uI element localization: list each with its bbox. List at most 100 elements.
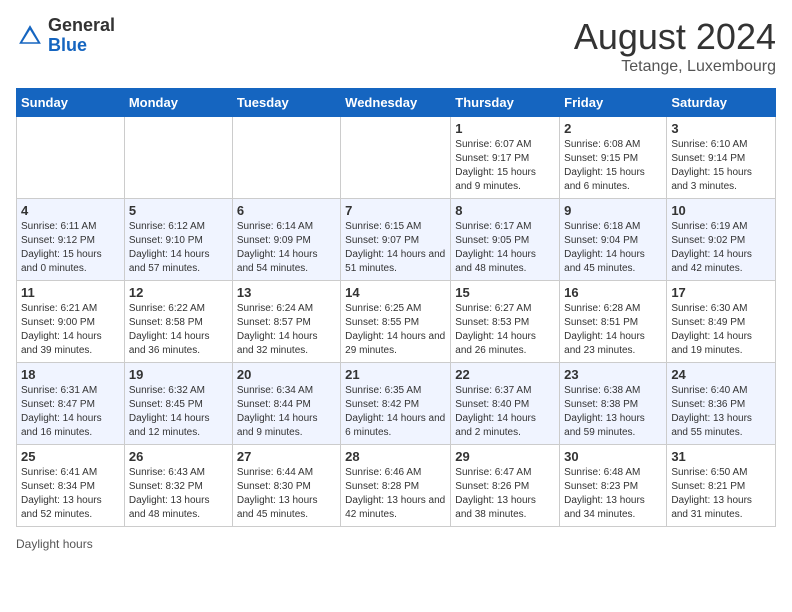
day-info: Sunrise: 6:50 AM Sunset: 8:21 PM Dayligh… xyxy=(671,466,771,522)
calendar-week-4: 18 Sunrise: 6:31 AM Sunset: 8:47 PM Dayli… xyxy=(17,363,776,445)
day-header-wednesday: Wednesday xyxy=(341,89,451,117)
day-number: 21 xyxy=(345,367,446,382)
day-info: Sunrise: 6:25 AM Sunset: 8:55 PM Dayligh… xyxy=(345,302,446,358)
calendar-cell xyxy=(17,117,125,199)
day-number: 25 xyxy=(21,449,120,464)
calendar-week-2: 4 Sunrise: 6:11 AM Sunset: 9:12 PM Daylig… xyxy=(17,199,776,281)
day-number: 31 xyxy=(671,449,771,464)
day-info: Sunrise: 6:17 AM Sunset: 9:05 PM Dayligh… xyxy=(455,220,555,276)
calendar-cell: 23Sunrise: 6:38 AM Sunset: 8:38 PM Dayli… xyxy=(560,363,667,445)
calendar-cell: 31 Sunrise: 6:50 AM Sunset: 8:21 PM Dayli… xyxy=(667,445,776,527)
calendar-cell xyxy=(232,117,340,199)
day-number: 27 xyxy=(237,449,336,464)
logo-icon xyxy=(16,22,44,50)
day-info: Sunrise: 6:28 AM Sunset: 8:51 PM Dayligh… xyxy=(564,302,662,358)
calendar-cell: 5 Sunrise: 6:12 AM Sunset: 9:10 PM Daylig… xyxy=(124,199,232,281)
title-block: August 2024 Tetange, Luxembourg xyxy=(574,16,776,76)
day-info: Sunrise: 6:11 AM Sunset: 9:12 PM Dayligh… xyxy=(21,220,120,276)
calendar-cell: 19 Sunrise: 6:32 AM Sunset: 8:45 PM Dayli… xyxy=(124,363,232,445)
day-number: 4 xyxy=(21,203,120,218)
day-number: 29 xyxy=(455,449,555,464)
day-info: Sunrise: 6:38 AM Sunset: 8:38 PM Dayligh… xyxy=(564,384,662,440)
day-info: Sunrise: 6:44 AM Sunset: 8:30 PM Dayligh… xyxy=(237,466,336,522)
calendar-cell: 20 Sunrise: 6:34 AM Sunset: 8:44 PM Dayli… xyxy=(232,363,340,445)
calendar-cell: 21Sunrise: 6:35 AM Sunset: 8:42 PM Dayli… xyxy=(341,363,451,445)
footer: Daylight hours xyxy=(16,537,776,551)
day-info: Sunrise: 6:37 AM Sunset: 8:40 PM Dayligh… xyxy=(455,384,555,440)
day-header-sunday: Sunday xyxy=(17,89,125,117)
day-number: 15 xyxy=(455,285,555,300)
calendar-cell: 2 Sunrise: 6:08 AM Sunset: 9:15 PM Daylig… xyxy=(560,117,667,199)
calendar-cell xyxy=(341,117,451,199)
day-header-friday: Friday xyxy=(560,89,667,117)
day-number: 1 xyxy=(455,121,555,136)
calendar-cell: 26Sunrise: 6:43 AM Sunset: 8:32 PM Dayli… xyxy=(124,445,232,527)
day-header-thursday: Thursday xyxy=(451,89,560,117)
day-number: 18 xyxy=(21,367,120,382)
calendar-cell: 28Sunrise: 6:46 AM Sunset: 8:28 PM Dayli… xyxy=(341,445,451,527)
calendar-cell: 29 Sunrise: 6:47 AM Sunset: 8:26 PM Dayli… xyxy=(451,445,560,527)
day-info: Sunrise: 6:10 AM Sunset: 9:14 PM Dayligh… xyxy=(671,138,771,194)
calendar-cell: 10 Sunrise: 6:19 AM Sunset: 9:02 PM Dayli… xyxy=(667,199,776,281)
calendar-cell xyxy=(124,117,232,199)
day-number: 9 xyxy=(564,203,662,218)
day-number: 8 xyxy=(455,203,555,218)
day-header-saturday: Saturday xyxy=(667,89,776,117)
day-header-monday: Monday xyxy=(124,89,232,117)
day-info: Sunrise: 6:48 AM Sunset: 8:23 PM Dayligh… xyxy=(564,466,662,522)
calendar-cell: 17 Sunrise: 6:30 AM Sunset: 8:49 PM Dayli… xyxy=(667,281,776,363)
day-number: 17 xyxy=(671,285,771,300)
calendar-cell: 13Sunrise: 6:24 AM Sunset: 8:57 PM Dayli… xyxy=(232,281,340,363)
calendar-cell: 7Sunrise: 6:15 AM Sunset: 9:07 PM Daylig… xyxy=(341,199,451,281)
day-number: 2 xyxy=(564,121,662,136)
day-number: 20 xyxy=(237,367,336,382)
day-info: Sunrise: 6:40 AM Sunset: 8:36 PM Dayligh… xyxy=(671,384,771,440)
calendar-cell: 30Sunrise: 6:48 AM Sunset: 8:23 PM Dayli… xyxy=(560,445,667,527)
day-info: Sunrise: 6:34 AM Sunset: 8:44 PM Dayligh… xyxy=(237,384,336,440)
day-info: Sunrise: 6:46 AM Sunset: 8:28 PM Dayligh… xyxy=(345,466,446,522)
day-number: 13 xyxy=(237,285,336,300)
day-number: 14 xyxy=(345,285,446,300)
day-info: Sunrise: 6:15 AM Sunset: 9:07 PM Dayligh… xyxy=(345,220,446,276)
day-info: Sunrise: 6:07 AM Sunset: 9:17 PM Dayligh… xyxy=(455,138,555,194)
calendar-cell: 4 Sunrise: 6:11 AM Sunset: 9:12 PM Daylig… xyxy=(17,199,125,281)
day-info: Sunrise: 6:32 AM Sunset: 8:45 PM Dayligh… xyxy=(129,384,228,440)
logo: General Blue xyxy=(16,16,115,56)
day-info: Sunrise: 6:27 AM Sunset: 8:53 PM Dayligh… xyxy=(455,302,555,358)
calendar-cell: 11 Sunrise: 6:21 AM Sunset: 9:00 PM Dayli… xyxy=(17,281,125,363)
calendar-cell: 1 Sunrise: 6:07 AM Sunset: 9:17 PM Daylig… xyxy=(451,117,560,199)
day-number: 16 xyxy=(564,285,662,300)
calendar-cell: 16 Sunrise: 6:28 AM Sunset: 8:51 PM Dayli… xyxy=(560,281,667,363)
calendar-table: SundayMondayTuesdayWednesdayThursdayFrid… xyxy=(16,88,776,527)
calendar-cell: 9 Sunrise: 6:18 AM Sunset: 9:04 PM Daylig… xyxy=(560,199,667,281)
day-header-tuesday: Tuesday xyxy=(232,89,340,117)
day-info: Sunrise: 6:14 AM Sunset: 9:09 PM Dayligh… xyxy=(237,220,336,276)
day-info: Sunrise: 6:18 AM Sunset: 9:04 PM Dayligh… xyxy=(564,220,662,276)
day-number: 22 xyxy=(455,367,555,382)
calendar-cell: 12Sunrise: 6:22 AM Sunset: 8:58 PM Dayli… xyxy=(124,281,232,363)
day-info: Sunrise: 6:22 AM Sunset: 8:58 PM Dayligh… xyxy=(129,302,228,358)
location: Tetange, Luxembourg xyxy=(574,58,776,76)
day-number: 11 xyxy=(21,285,120,300)
day-info: Sunrise: 6:47 AM Sunset: 8:26 PM Dayligh… xyxy=(455,466,555,522)
day-info: Sunrise: 6:30 AM Sunset: 8:49 PM Dayligh… xyxy=(671,302,771,358)
day-number: 24 xyxy=(671,367,771,382)
calendar-header-row: SundayMondayTuesdayWednesdayThursdayFrid… xyxy=(17,89,776,117)
month-title: August 2024 xyxy=(574,16,776,58)
calendar-cell: 18 Sunrise: 6:31 AM Sunset: 8:47 PM Dayli… xyxy=(17,363,125,445)
day-info: Sunrise: 6:12 AM Sunset: 9:10 PM Dayligh… xyxy=(129,220,228,276)
day-info: Sunrise: 6:19 AM Sunset: 9:02 PM Dayligh… xyxy=(671,220,771,276)
day-number: 3 xyxy=(671,121,771,136)
day-info: Sunrise: 6:21 AM Sunset: 9:00 PM Dayligh… xyxy=(21,302,120,358)
day-number: 19 xyxy=(129,367,228,382)
day-number: 10 xyxy=(671,203,771,218)
calendar-cell: 8 Sunrise: 6:17 AM Sunset: 9:05 PM Daylig… xyxy=(451,199,560,281)
calendar-body: 1 Sunrise: 6:07 AM Sunset: 9:17 PM Daylig… xyxy=(17,117,776,527)
day-info: Sunrise: 6:31 AM Sunset: 8:47 PM Dayligh… xyxy=(21,384,120,440)
calendar-week-1: 1 Sunrise: 6:07 AM Sunset: 9:17 PM Daylig… xyxy=(17,117,776,199)
day-number: 5 xyxy=(129,203,228,218)
calendar-cell: 27 Sunrise: 6:44 AM Sunset: 8:30 PM Dayli… xyxy=(232,445,340,527)
page-header: General Blue August 2024 Tetange, Luxemb… xyxy=(16,16,776,76)
calendar-cell: 15 Sunrise: 6:27 AM Sunset: 8:53 PM Dayli… xyxy=(451,281,560,363)
day-info: Sunrise: 6:08 AM Sunset: 9:15 PM Dayligh… xyxy=(564,138,662,194)
